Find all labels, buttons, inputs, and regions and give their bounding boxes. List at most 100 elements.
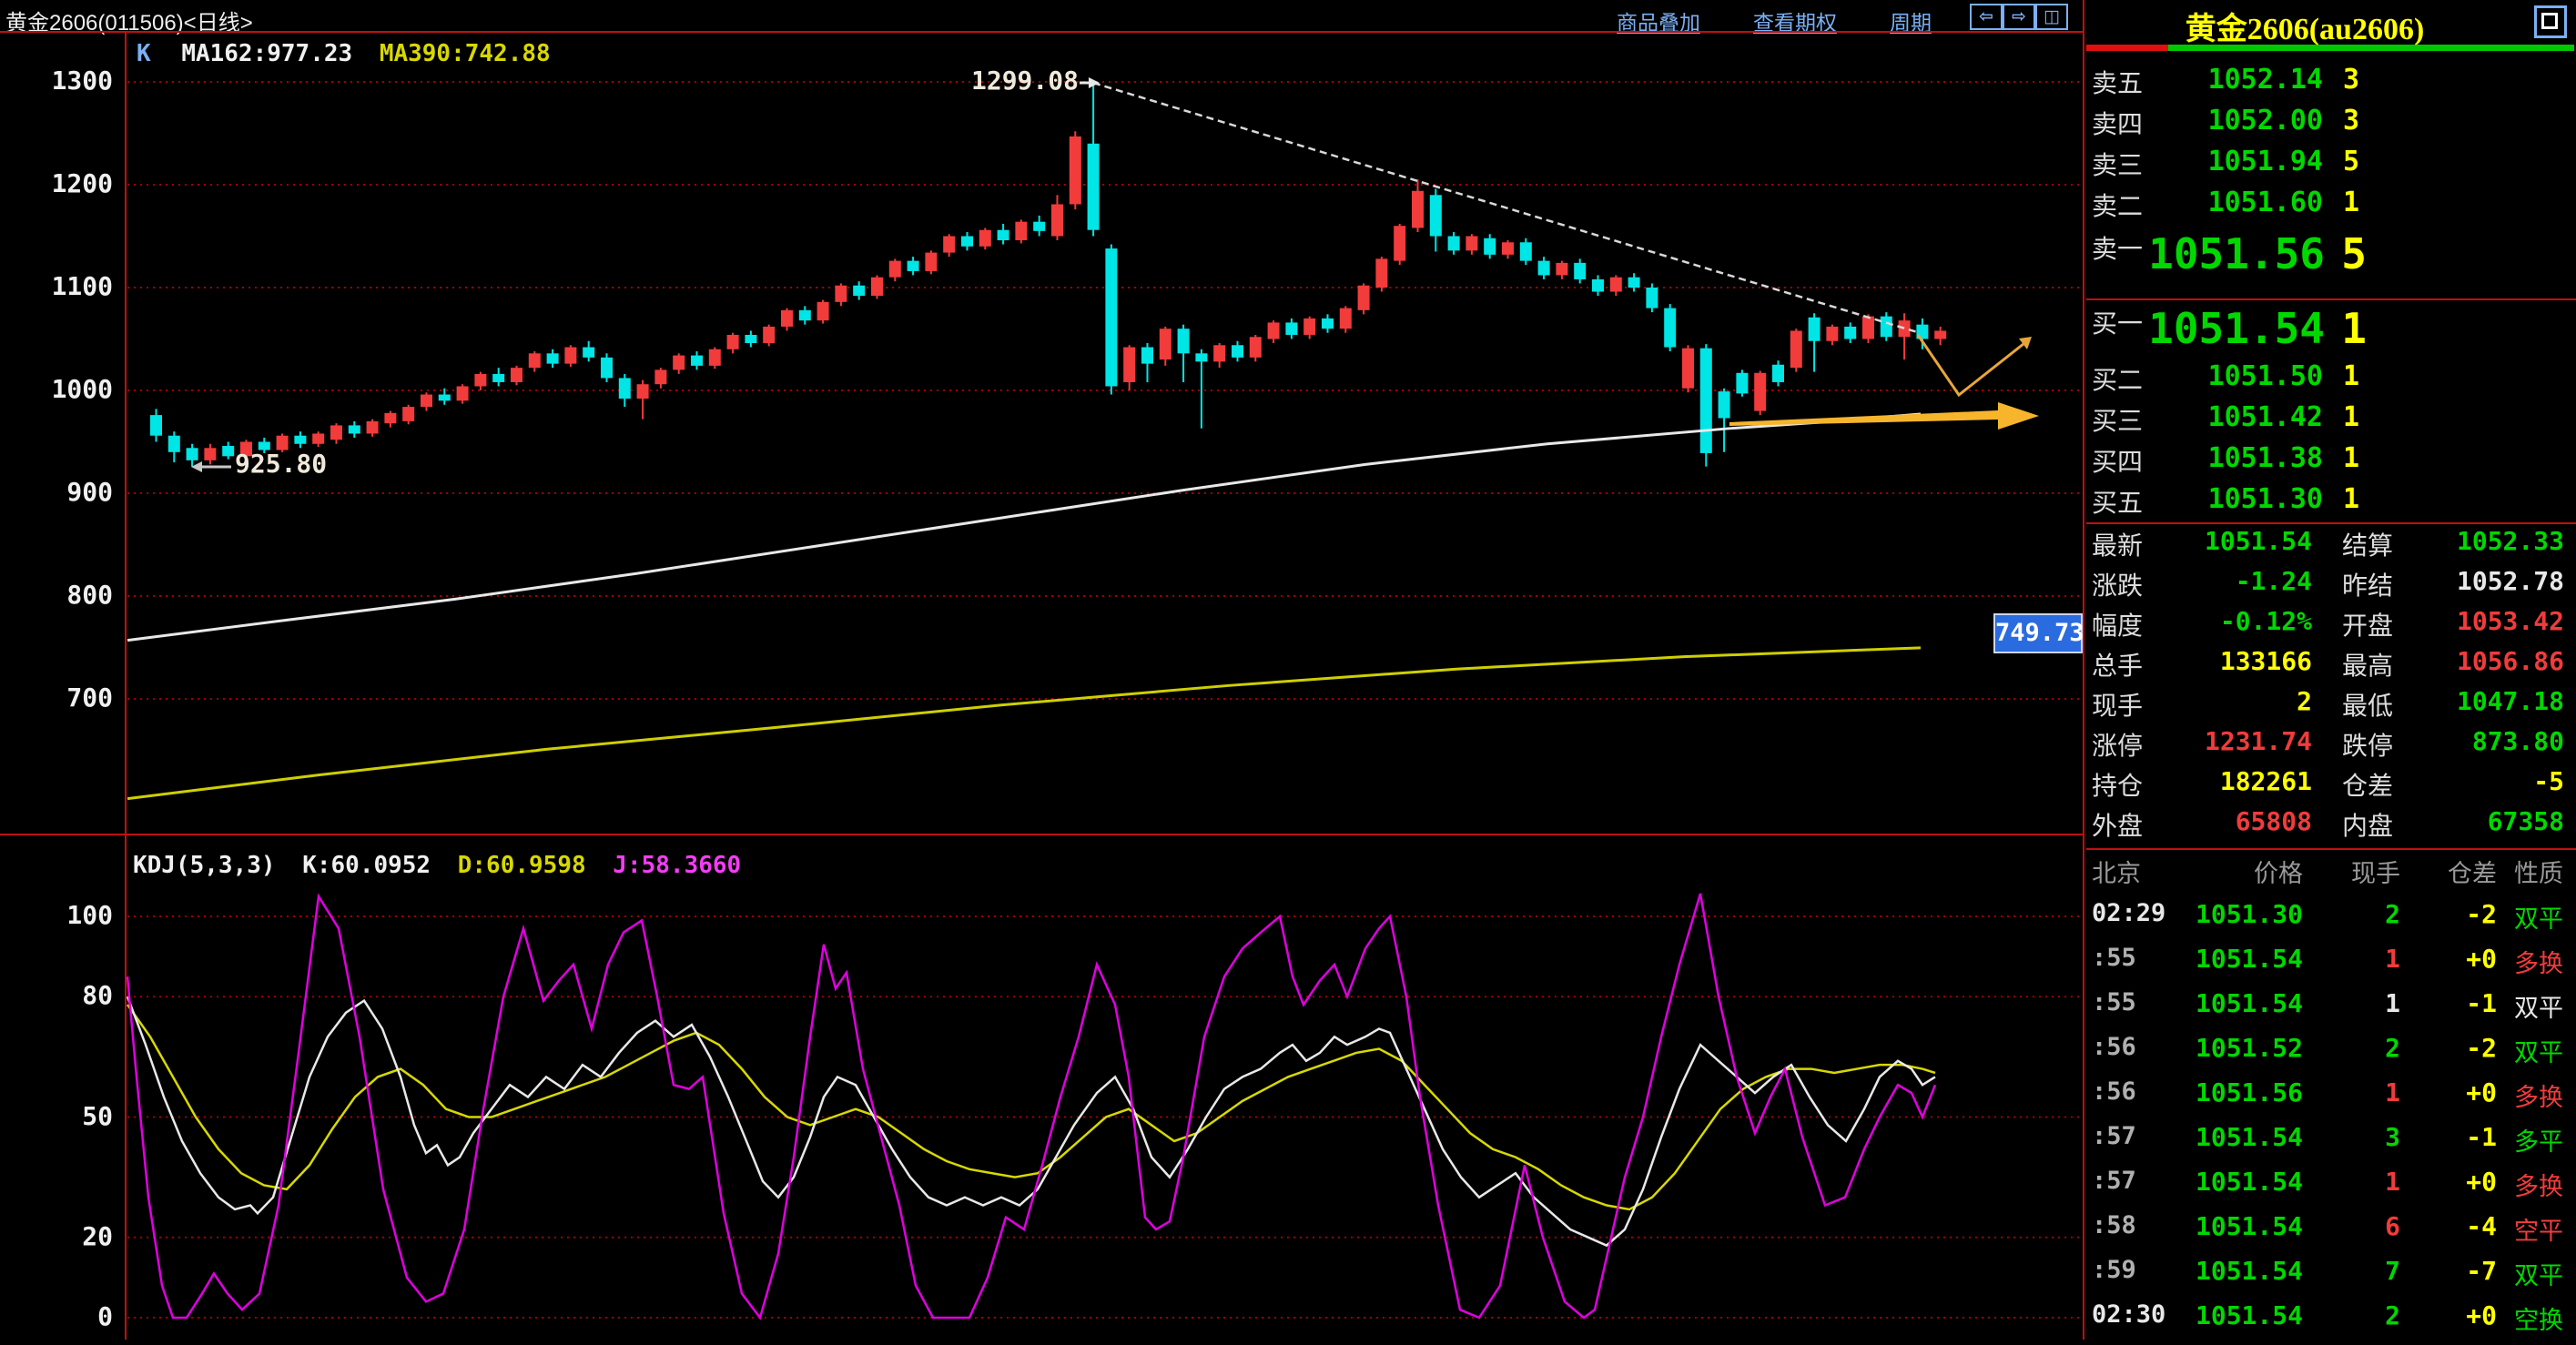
stat-row: 总手 133166 最高 1056.86 [2086,646,2576,686]
panel-maximize-button[interactable] [2534,5,2567,38]
quote-title: 黄金2606(au2606) [2086,4,2523,48]
kdj-d-value: D:60.9598 [458,852,586,879]
tick-price: 1051.54 [2196,1122,2303,1152]
tick-price: 1051.52 [2196,1033,2303,1063]
tick-time: 02:30 [2092,1300,2165,1329]
stat-value: 873.80 [2472,726,2564,756]
tick-volume: 2 [2385,899,2400,929]
tick-nature: 双平 [2514,1256,2563,1291]
stat-value: -5 [2533,766,2564,796]
tick-nature: 双平 [2514,1033,2563,1068]
quote-panel: 黄金2606(au2606) 卖五1052.143卖四1052.003卖三105… [2086,0,2576,1340]
ask-row[interactable]: 卖二 1051.60 1 [2086,187,2576,227]
stat-row: 外盘65808内盘67358 [2086,806,2576,846]
stat-label: 开盘 [2342,606,2393,642]
depth-price: 1051.50 [2208,360,2323,392]
ticks-header-price: 价格 [2254,854,2303,889]
ask-row[interactable]: 卖四1052.003 [2086,105,2576,145]
stat-value: 133166 [2220,646,2312,676]
tick-oi-change: +0 [2466,1300,2497,1330]
tick-oi-change: +0 [2466,944,2497,974]
bid-row[interactable]: 买二1051.501 [2086,360,2576,400]
depth-price: 1051.38 [2208,442,2323,474]
stat-row: 现手2最低1047.18 [2086,686,2576,726]
depth-volume: 5 [2341,229,2367,278]
topbar-divider [0,31,2084,33]
tick-oi-change: -1 [2466,988,2497,1018]
main-chart[interactable] [0,0,2086,1340]
peak-price-annotation: 1299.08 [937,66,1079,96]
kdj-legend: KDJ(5,3,3) K:60.0952 D:60.9598 J:58.3660 [133,852,741,879]
tick-nature: 空平 [2514,1211,2563,1247]
tick-row: :57 1051.54 3 -1 多平 [2086,1122,2576,1167]
panel-separator [2086,522,2576,524]
price-axis-tick: 0 [4,1301,113,1331]
stat-label: 幅度 [2092,606,2143,642]
tick-time: :55 [2092,944,2136,972]
depth-volume: 1 [2343,401,2359,433]
depth-price: 1051.56 [2148,229,2325,278]
bid-row[interactable]: 买五1051.301 [2086,483,2576,523]
stat-label: 现手 [2092,686,2143,723]
depth-level-label: 卖一 [2092,229,2143,266]
tick-oi-change: +0 [2466,1077,2497,1107]
depth-level-label: 买四 [2092,442,2143,479]
tick-row: 02:291051.302-2双平 [2086,899,2576,944]
tick-oi-change: -1 [2466,1122,2497,1152]
stat-label: 跌停 [2342,726,2393,763]
tick-time: :56 [2092,1077,2136,1106]
tick-row: :591051.547-7双平 [2086,1256,2576,1300]
tick-price: 1051.30 [2196,899,2303,929]
tick-volume: 1 [2385,988,2400,1018]
depth-price: 1051.54 [2148,304,2325,353]
stat-row: 持仓182261仓差-5 [2086,766,2576,806]
stat-value: 1051.54 [2205,526,2312,556]
depth-price: 1051.60 [2208,187,2323,218]
tick-volume: 2 [2385,1300,2400,1330]
stat-row: 幅度-0.12%开盘1053.42 [2086,606,2576,646]
split-window-button[interactable]: ◫ [2035,4,2068,30]
forward-arrow-button[interactable]: ⇨ [2003,4,2035,30]
ask-row[interactable]: 卖三1051.945 [2086,146,2576,186]
stat-row: 涨跌-1.24昨结1052.78 [2086,566,2576,606]
price-axis-tick: 1300 [4,66,113,96]
depth-price: 1052.14 [2208,64,2323,96]
depth-level-label: 买三 [2092,401,2143,438]
tick-nature: 多换 [2514,1167,2563,1202]
stat-value: 1053.42 [2457,606,2564,636]
tick-volume: 7 [2385,1256,2400,1286]
kdj-k-value: K:60.0952 [302,852,431,879]
tick-volume: 1 [2385,1167,2400,1197]
depth-level-label: 卖三 [2092,146,2143,182]
tick-nature: 空换 [2514,1300,2563,1336]
back-arrow-button[interactable]: ⇦ [1970,4,2003,30]
ask-row[interactable]: 卖五1052.143 [2086,64,2576,104]
k-label: K [137,40,151,67]
tick-volume: 3 [2385,1122,2400,1152]
tick-volume: 1 [2385,944,2400,974]
stat-label: 昨结 [2342,566,2393,602]
depth-level-label: 卖五 [2092,64,2143,100]
tick-price: 1051.56 [2196,1077,2303,1107]
tick-oi-change: -7 [2466,1256,2497,1286]
depth-volume: 3 [2343,105,2359,137]
depth-volume: 1 [2343,187,2359,218]
best-bid-row[interactable]: 买一1051.541 [2086,304,2576,357]
tick-row: :561051.561+0多换 [2086,1077,2576,1122]
chart-window: 黄金2606(011506)<日线> 商品叠加 查看期权 周期 ⇦ ⇨ ◫ K … [0,0,2086,1340]
stat-value: 1056.86 [2457,646,2564,676]
stat-label: 总手 [2092,646,2143,683]
tick-time: :57 [2092,1122,2136,1150]
stat-label: 最新 [2092,526,2143,562]
bid-row[interactable]: 买三1051.421 [2086,401,2576,441]
stat-label: 结算 [2342,526,2393,562]
ma390-label: MA390:742.88 [380,40,551,67]
ticks-header-oi: 仓差 [2448,854,2497,889]
best-ask-row[interactable]: 卖一1051.56 5 [2086,229,2576,282]
price-axis-tick: 50 [4,1101,113,1131]
tick-oi-change: -2 [2466,1033,2497,1063]
stat-label: 最高 [2342,646,2393,683]
tick-nature: 多平 [2514,1122,2563,1158]
bid-row[interactable]: 买四1051.381 [2086,442,2576,482]
depth-level-label: 卖二 [2092,187,2143,223]
